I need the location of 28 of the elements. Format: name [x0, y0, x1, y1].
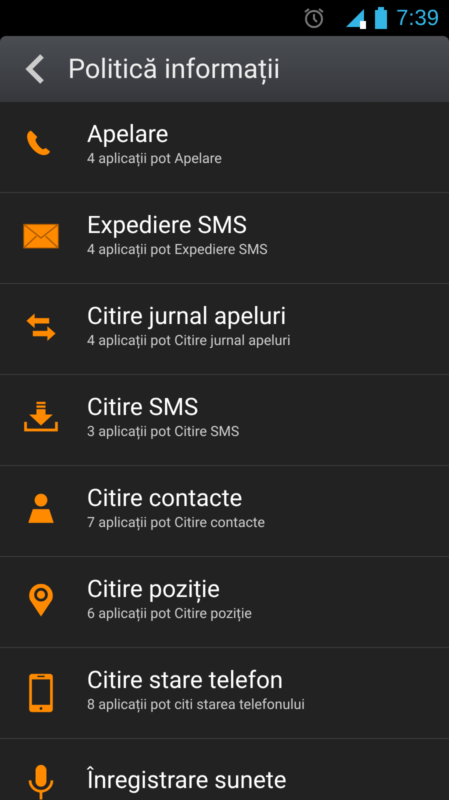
permission-row[interactable]: Citire stare telefon 8 aplicații pot citi starea telefonului: [0, 648, 449, 739]
permission-title: Citire jurnal apeluri: [87, 302, 288, 330]
permission-row[interactable]: Înregistrare sunete: [0, 739, 449, 800]
permission-title: Citire stare telefon: [87, 666, 284, 694]
permission-summary: 6 aplicații pot Citire poziție: [87, 606, 252, 622]
permission-summary: 7 aplicații pot Citire contacte: [87, 514, 265, 530]
permission-title: Citire SMS: [87, 392, 200, 420]
permission-row[interactable]: Expediere SMS 4 aplicații pot Expediere SMS: [0, 193, 449, 284]
permission-row[interactable]: Citire contacte 7 aplicații pot Citire contacte: [0, 466, 449, 557]
permission-row[interactable]: Citire jurnal apeluri 4 aplicații pot Citire jurnal apeluri: [0, 284, 449, 375]
permission-summary: 4 aplicații pot Apelare: [87, 150, 222, 166]
battery-icon: [374, 6, 388, 30]
permission-title: Expediere SMS: [87, 210, 248, 238]
permission-summary: 4 aplicații pot Citire jurnal apeluri: [87, 332, 291, 348]
screen-title: Politică informații: [68, 53, 280, 85]
alarm-icon: [302, 6, 326, 30]
permission-summary: 4 aplicații pot Expediere SMS: [87, 242, 268, 258]
permission-title: Citire contacte: [87, 484, 244, 512]
permission-summary: 3 aplicații pot Citire SMS: [87, 424, 240, 440]
permission-row[interactable]: Citire poziție 6 aplicații pot Citire poziție: [0, 557, 449, 648]
permission-title: Apelare: [87, 120, 170, 148]
permission-row[interactable]: Apelare 4 aplicații pot Apelare: [0, 102, 449, 193]
signal-icon: [344, 7, 366, 29]
permission-title: Înregistrare sunete: [87, 766, 286, 794]
clock: 7:39: [396, 5, 439, 31]
permission-summary: 8 aplicații pot citi starea telefonului: [87, 696, 305, 712]
permission-row[interactable]: Citire SMS 3 aplicații pot Citire SMS: [0, 375, 449, 466]
permission-title: Citire poziție: [87, 574, 221, 602]
